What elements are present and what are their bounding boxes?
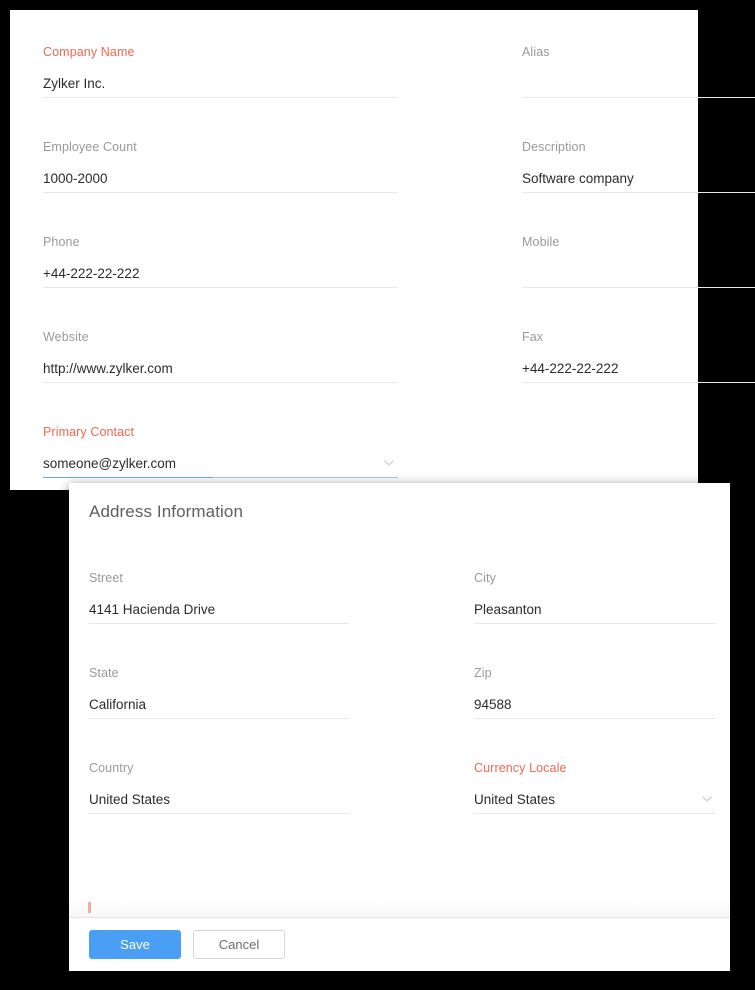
field-label-currency-locale: Currency Locale	[474, 761, 567, 775]
field-value-alias	[522, 74, 755, 94]
field-employee-count: Employee Count 1000-2000	[43, 139, 398, 193]
field-label-primary-contact: Primary Contact	[43, 425, 135, 439]
field-label-country: Country	[89, 761, 134, 775]
field-label-city: City	[474, 571, 496, 585]
input-website[interactable]: http://www.zylker.com	[43, 359, 398, 383]
input-company-name[interactable]: Zylker Inc.	[43, 74, 398, 98]
input-phone[interactable]: +44-222-22-222	[43, 264, 398, 288]
field-state: State California	[89, 665, 349, 719]
page-title: Address Information	[89, 502, 244, 521]
field-label-state: State	[89, 666, 119, 680]
form-footer: Save Cancel	[69, 917, 730, 971]
field-value-currency-locale: United States	[474, 792, 556, 807]
field-label-company-name: Company Name	[43, 45, 135, 59]
field-label-employee-count: Employee Count	[43, 140, 137, 154]
address-information-panel: Address Information Street 4141 Hacienda …	[69, 483, 730, 971]
field-label-zip: Zip	[474, 666, 492, 680]
field-mobile: Mobile	[522, 234, 755, 288]
field-value-zip: 94588	[474, 697, 512, 712]
field-alias: Alias	[522, 44, 755, 98]
field-value-phone: +44-222-22-222	[43, 266, 140, 281]
field-primary-contact: Primary Contact someone@zylker.com	[43, 424, 398, 478]
field-value-state: California	[89, 697, 147, 712]
field-value-company-name: Zylker Inc.	[43, 76, 106, 91]
field-zip: Zip 94588	[474, 665, 716, 719]
field-label-street: Street	[89, 571, 123, 585]
field-currency-locale: Currency Locale United States	[474, 760, 716, 814]
field-value-city: Pleasanton	[474, 602, 542, 617]
field-value-country: United States	[89, 792, 171, 807]
field-company-name: Company Name Zylker Inc.	[43, 44, 398, 98]
field-value-website: http://www.zylker.com	[43, 361, 173, 376]
input-description[interactable]: Software company	[522, 169, 755, 193]
cancel-button[interactable]: Cancel	[193, 930, 285, 959]
field-label-alias: Alias	[522, 45, 550, 59]
input-mobile[interactable]	[522, 264, 755, 288]
input-zip[interactable]: 94588	[474, 695, 716, 719]
company-field-grid: Company Name Zylker Inc. Alias Employee Cou…	[10, 10, 755, 490]
field-city: City Pleasanton	[474, 570, 716, 624]
field-phone: Phone +44-222-22-222	[43, 234, 398, 288]
input-country[interactable]: United States	[89, 790, 349, 814]
field-label-fax: Fax	[522, 330, 544, 344]
field-fax: Fax +44-222-22-222	[522, 329, 755, 383]
screen: Company Name Zylker Inc. Alias Employee Cou…	[0, 0, 755, 990]
input-employee-count[interactable]: 1000-2000	[43, 169, 398, 193]
field-label-phone: Phone	[43, 235, 80, 249]
input-city[interactable]: Pleasanton	[474, 600, 716, 624]
input-state[interactable]: California	[89, 695, 349, 719]
field-value-mobile	[522, 264, 755, 284]
field-value-fax: +44-222-22-222	[522, 361, 619, 376]
field-label-website: Website	[43, 330, 89, 344]
field-description: Description Software company	[522, 139, 755, 193]
field-label-description: Description	[522, 140, 586, 154]
field-value-employee-count: 1000-2000	[43, 171, 108, 186]
input-alias[interactable]	[522, 74, 755, 98]
save-button[interactable]: Save	[89, 930, 181, 959]
company-details-panel: Company Name Zylker Inc. Alias Employee Cou…	[10, 10, 755, 490]
field-country: Country United States	[89, 760, 349, 814]
input-street[interactable]: 4141 Hacienda Drive	[89, 600, 349, 624]
address-panel-body: Address Information Street 4141 Hacienda …	[69, 483, 730, 917]
select-primary-contact[interactable]: someone@zylker.com	[43, 454, 398, 478]
input-fax[interactable]: +44-222-22-222	[522, 359, 755, 383]
select-currency-locale[interactable]: United States	[474, 790, 716, 814]
field-website: Website http://www.zylker.com	[43, 329, 398, 383]
field-value-description: Software company	[522, 171, 634, 186]
field-value-primary-contact: someone@zylker.com	[43, 456, 177, 471]
field-value-street: 4141 Hacienda Drive	[89, 602, 216, 617]
field-street: Street 4141 Hacienda Drive	[89, 570, 349, 624]
required-indicator-mark	[88, 902, 91, 913]
field-label-mobile: Mobile	[522, 235, 560, 249]
clipped-row-strip	[69, 900, 730, 917]
